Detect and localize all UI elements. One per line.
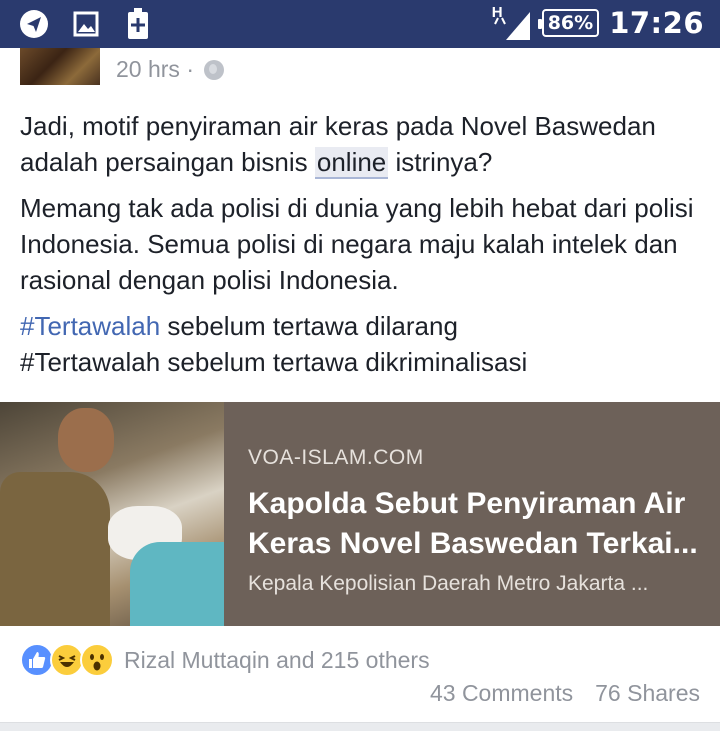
post-paragraph-1: Jadi, motif penyiraman air keras pada No… xyxy=(20,111,656,179)
post-body: Jadi, motif penyiraman air keras pada No… xyxy=(20,108,710,380)
battery-indicator: 86% xyxy=(537,9,600,37)
hashtag-link[interactable]: #Tertawalah xyxy=(20,311,160,341)
link-description: Kepala Kepolisian Daerah Metro Jakarta .… xyxy=(248,572,649,595)
avatar[interactable] xyxy=(20,48,100,85)
feed-divider xyxy=(0,722,720,731)
comments-count[interactable]: 43 Comments xyxy=(430,680,573,707)
link-title: Kapolda Sebut Penyiraman Air Keras Novel… xyxy=(248,487,698,560)
battery-saver-icon xyxy=(122,8,154,40)
telegram-icon xyxy=(18,8,50,40)
link-thumbnail xyxy=(0,402,224,626)
haha-icon xyxy=(50,643,84,677)
engagement-counts: 43 Comments 76 Shares xyxy=(430,680,700,707)
globe-icon xyxy=(203,59,224,80)
signal-icon: H xyxy=(492,4,532,40)
post-paragraph-3: #Tertawalah sebelum tertawa dilarang #Ter… xyxy=(20,311,528,377)
status-bar: H 86% 17:26 xyxy=(0,0,720,48)
post-timestamp[interactable]: 20 hrs · xyxy=(116,56,194,83)
post-paragraph-2: Memang tak ada polisi di dunia yang lebi… xyxy=(20,193,694,295)
like-icon xyxy=(20,643,54,677)
wow-icon xyxy=(80,643,114,677)
link-info: VOA-ISLAM.COM Kapolda Sebut Penyiraman A… xyxy=(224,402,720,626)
clock: 17:26 xyxy=(609,6,704,40)
post-meta: 20 hrs · xyxy=(116,56,224,83)
reactions-summary[interactable]: Rizal Muttaqin and 215 others xyxy=(20,643,430,677)
link-domain: VOA-ISLAM.COM xyxy=(248,446,424,469)
hashtag-line: #Tertawalah sebelum tertawa dikriminalis… xyxy=(20,347,528,377)
highlighted-word: online xyxy=(314,147,389,179)
link-preview-card[interactable]: VOA-ISLAM.COM Kapolda Sebut Penyiraman A… xyxy=(0,402,720,626)
image-icon xyxy=(70,8,102,40)
shares-count[interactable]: 76 Shares xyxy=(595,680,700,707)
reactors-text[interactable]: Rizal Muttaqin and 215 others xyxy=(124,647,430,674)
